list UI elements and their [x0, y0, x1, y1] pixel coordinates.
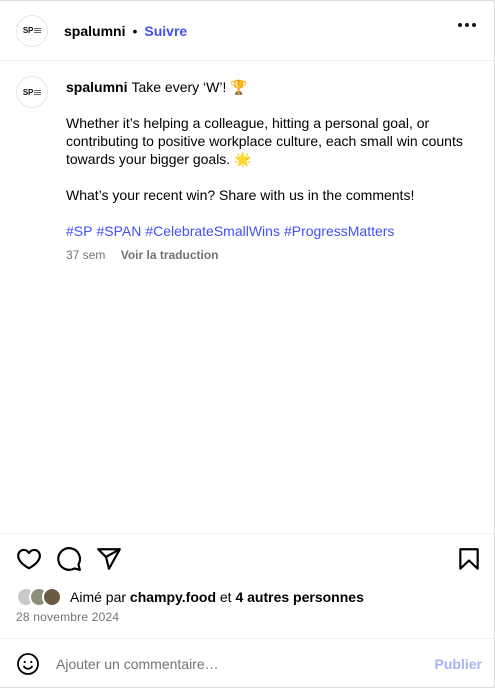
post-date: 28 novembre 2024 [16, 610, 120, 624]
caption-title: Take every ‘W’! 🏆 [131, 79, 248, 95]
caption-meta: 37 sem Voir la traduction [66, 246, 466, 264]
hashtag-link[interactable]: #SP [66, 223, 92, 239]
avatar-logo-lines [34, 89, 42, 96]
comment-divider [0, 638, 494, 639]
heart-icon[interactable] [16, 546, 42, 572]
avatar-monogram: SP [22, 26, 34, 35]
comment-input[interactable] [56, 656, 416, 672]
avatar-logo-lines [34, 27, 42, 34]
more-options-icon[interactable] [458, 23, 476, 27]
hashtag-link[interactable]: #SPAN [96, 223, 141, 239]
avatar-monogram: SP [22, 87, 34, 97]
post-panel: SP spalumni • Suivre SP spalumni Take eve… [0, 0, 495, 688]
bookmark-icon[interactable] [456, 546, 482, 572]
avatar[interactable]: SP [16, 14, 48, 47]
follow-button[interactable]: Suivre [144, 23, 187, 39]
publish-button[interactable]: Publier [435, 656, 482, 672]
hashtag-list: #SP #SPAN #CelebrateSmallWins #ProgressMatt… [66, 222, 466, 240]
action-bar [16, 546, 482, 574]
caption-text: spalumni Take every ‘W’! 🏆 Whether it’s h… [66, 78, 466, 264]
caption-username[interactable]: spalumni [66, 79, 127, 95]
liker-username[interactable]: champy.food [130, 589, 216, 605]
hashtag-link[interactable]: #ProgressMatters [284, 223, 394, 239]
header-username[interactable]: spalumni [64, 23, 125, 39]
comment-form: Publier [16, 649, 482, 679]
caption-paragraph-1: Whether it’s helping a colleague, hittin… [66, 115, 463, 167]
likes-summary: Aimé par champy.food et 4 autres personn… [16, 586, 364, 608]
comment-icon[interactable] [56, 546, 82, 572]
likes-connector: et [219, 589, 232, 605]
actions-divider [0, 533, 494, 534]
send-icon[interactable] [96, 546, 122, 572]
likes-text: Aimé par champy.food et 4 autres personn… [70, 589, 364, 605]
liker-avatars[interactable] [16, 586, 68, 608]
post-header: SP spalumni • Suivre [0, 1, 494, 61]
caption-paragraph-2: What’s your recent win? Share with us in… [66, 187, 415, 203]
likes-others-link[interactable]: 4 autres personnes [235, 589, 363, 605]
smiley-icon[interactable] [16, 652, 40, 676]
hashtag-link[interactable]: #CelebrateSmallWins [145, 223, 280, 239]
caption-avatar[interactable]: SP [16, 76, 48, 108]
liker-avatar [42, 587, 62, 607]
separator-dot: • [132, 22, 138, 39]
caption-title-line: spalumni Take every ‘W’! 🏆 [66, 78, 466, 96]
likes-prefix: Aimé par [70, 589, 127, 605]
translate-button[interactable]: Voir la traduction [121, 248, 219, 262]
post-age[interactable]: 37 sem [66, 248, 105, 262]
